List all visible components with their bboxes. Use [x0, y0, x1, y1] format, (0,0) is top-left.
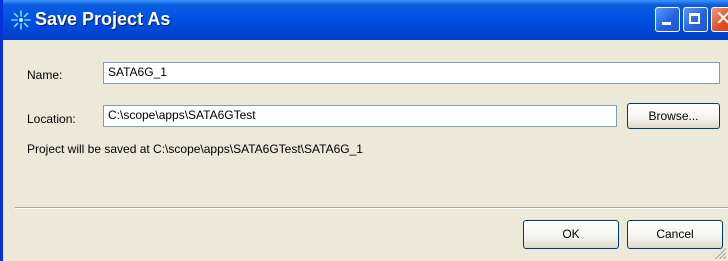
ok-button[interactable]: OK [523, 220, 619, 249]
close-button[interactable]: ✕ [711, 7, 728, 32]
cancel-button[interactable]: Cancel [627, 220, 723, 249]
name-label: Name: [27, 68, 63, 82]
browse-button[interactable]: Browse... [627, 103, 720, 129]
maximize-icon [689, 13, 700, 24]
window-title: Save Project As [35, 9, 171, 29]
sparkle-icon [11, 10, 31, 30]
save-path-text: Project will be saved at C:\scope\apps\S… [27, 142, 363, 156]
name-input[interactable]: SATA6G_1 [103, 62, 720, 84]
minimize-button[interactable] [655, 7, 680, 32]
resize-grip[interactable] [712, 245, 726, 259]
separator [15, 207, 728, 209]
location-label: Location: [27, 112, 76, 126]
location-input[interactable]: C:\scope\apps\SATA6GTest [103, 105, 617, 127]
title-bar[interactable]: Save Project As ✕ [3, 0, 728, 40]
close-icon: ✕ [715, 8, 728, 30]
minimize-icon [662, 22, 671, 25]
save-project-dialog: Save Project As ✕ Name: SATA6G_1 Locatio… [0, 0, 728, 261]
maximize-button[interactable] [683, 7, 708, 32]
